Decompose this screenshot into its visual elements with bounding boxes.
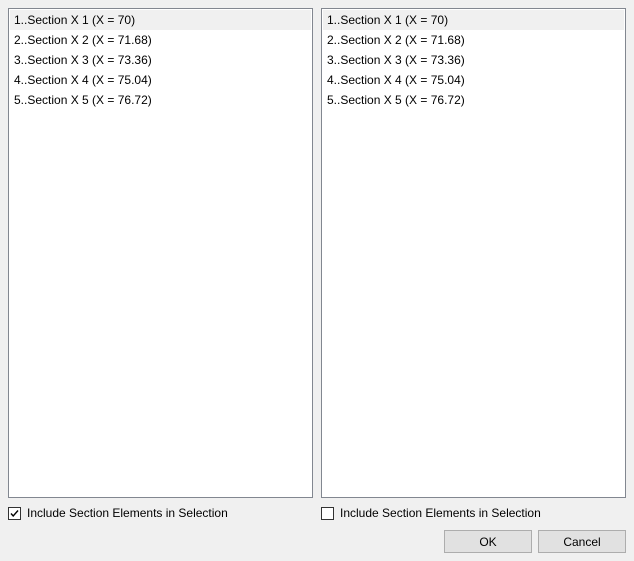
list-item[interactable]: 1..Section X 1 (X = 70) xyxy=(323,10,624,30)
left-listbox[interactable]: 1..Section X 1 (X = 70)2..Section X 2 (X… xyxy=(8,8,313,498)
list-item[interactable]: 5..Section X 5 (X = 76.72) xyxy=(323,90,624,110)
right-checkbox-label: Include Section Elements in Selection xyxy=(340,506,541,520)
right-listbox[interactable]: 1..Section X 1 (X = 70)2..Section X 2 (X… xyxy=(321,8,626,498)
ok-button[interactable]: OK xyxy=(444,530,532,553)
list-item[interactable]: 2..Section X 2 (X = 71.68) xyxy=(323,30,624,50)
buttons-row: OK Cancel xyxy=(8,530,626,553)
left-checkbox-label: Include Section Elements in Selection xyxy=(27,506,228,520)
left-panel: 1..Section X 1 (X = 70)2..Section X 2 (X… xyxy=(8,8,313,498)
right-panel: 1..Section X 1 (X = 70)2..Section X 2 (X… xyxy=(321,8,626,498)
checkbox-icon xyxy=(321,507,334,520)
cancel-button[interactable]: Cancel xyxy=(538,530,626,553)
checkbox-icon xyxy=(8,507,21,520)
list-item[interactable]: 1..Section X 1 (X = 70) xyxy=(10,10,311,30)
list-item[interactable]: 2..Section X 2 (X = 71.68) xyxy=(10,30,311,50)
list-item[interactable]: 4..Section X 4 (X = 75.04) xyxy=(10,70,311,90)
checkbox-row: Include Section Elements in Selection In… xyxy=(8,506,626,520)
list-item[interactable]: 4..Section X 4 (X = 75.04) xyxy=(323,70,624,90)
list-item[interactable]: 3..Section X 3 (X = 73.36) xyxy=(323,50,624,70)
list-item[interactable]: 5..Section X 5 (X = 76.72) xyxy=(10,90,311,110)
dialog: 1..Section X 1 (X = 70)2..Section X 2 (X… xyxy=(0,0,634,561)
list-item[interactable]: 3..Section X 3 (X = 73.36) xyxy=(10,50,311,70)
right-include-checkbox[interactable]: Include Section Elements in Selection xyxy=(321,506,541,520)
lists-row: 1..Section X 1 (X = 70)2..Section X 2 (X… xyxy=(8,8,626,498)
left-include-checkbox[interactable]: Include Section Elements in Selection xyxy=(8,506,228,520)
